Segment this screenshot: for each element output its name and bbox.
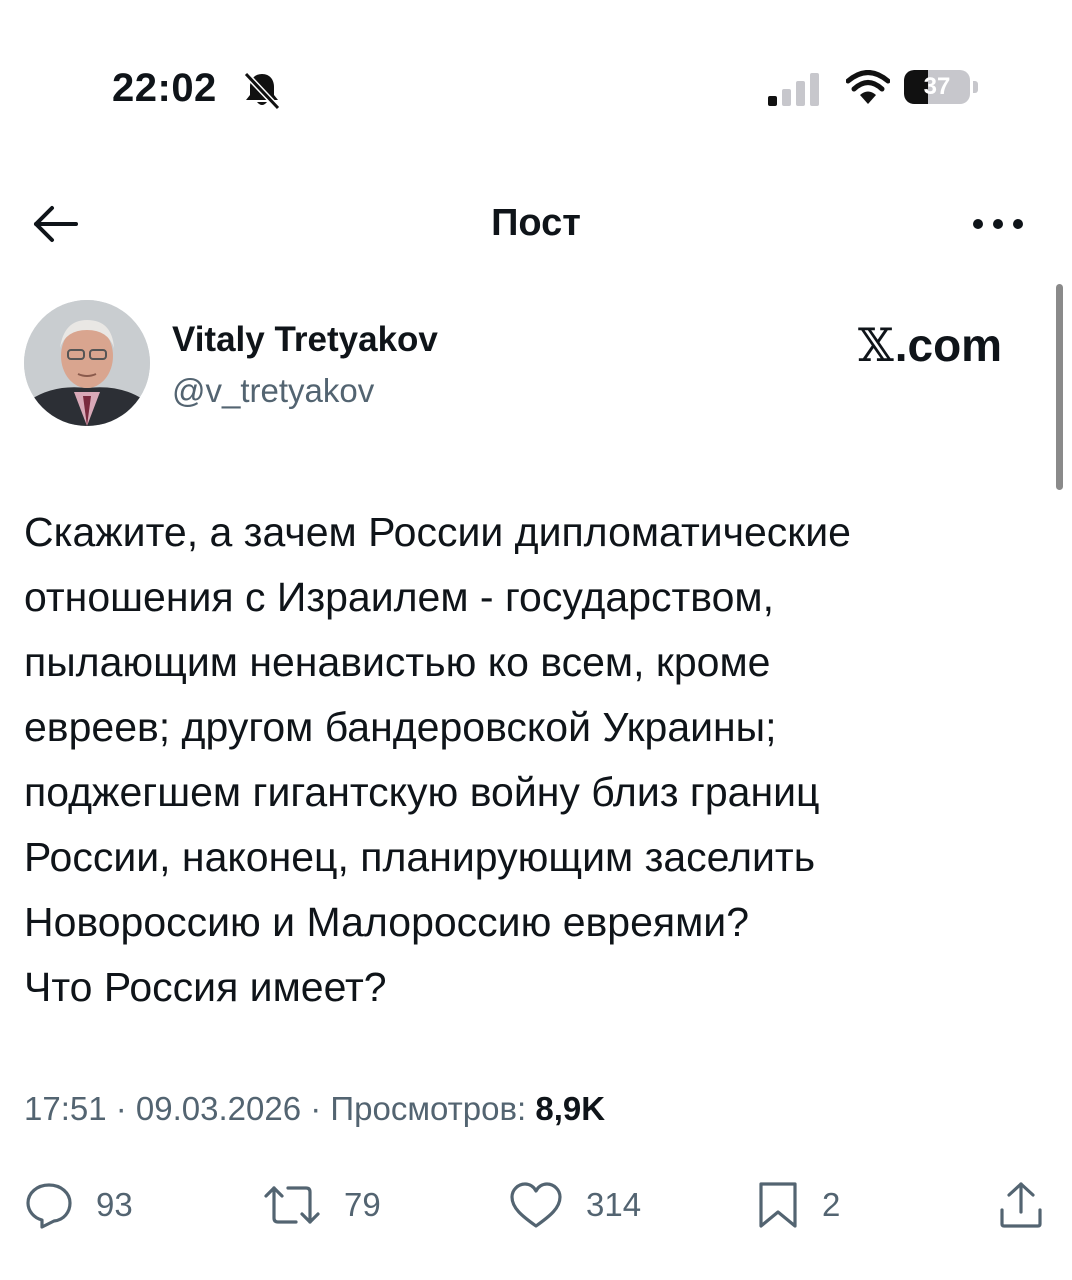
reply-button[interactable]: 93 [24,1180,133,1230]
post-text-line: отношения с Израилем - государством, [24,574,774,620]
like-button[interactable]: 314 [508,1180,641,1230]
post-text: Скажите, а зачем России дипломатические … [24,500,1044,1020]
page-title: Пост [491,202,581,244]
post-text-line: пылающим ненавистью ко всем, кроме [24,639,771,685]
battery-icon: 37 [904,70,984,106]
repost-count: 79 [344,1186,381,1223]
repost-button[interactable]: 79 [262,1180,381,1230]
bookmark-icon [759,1182,797,1228]
cellular-signal-icon [768,73,819,106]
x-logo-icon: 𝕏 [858,318,894,372]
wifi-icon [846,70,890,104]
author-handle[interactable]: @v_tretyakov [172,372,374,410]
like-count: 314 [586,1186,642,1223]
views-label: Просмотров: [330,1090,536,1127]
share-button[interactable] [996,1180,1046,1230]
battery-percent: 37 [923,73,951,100]
post-text-line: поджегшем гигантскую войну близ границ [24,769,820,815]
post-text-line: России, наконец, планирующим заселить [24,834,816,880]
status-time: 22:02 [112,66,217,110]
avatar[interactable] [24,300,150,426]
like-icon [510,1182,562,1228]
bookmark-count: 2 [822,1186,841,1223]
post-text-line: Скажите, а зачем России дипломатические [24,509,851,555]
bookmark-button[interactable]: 2 [756,1180,840,1230]
meta-separator: · [301,1090,331,1127]
bell-slash-icon [243,71,281,110]
post-text-line: евреев; другом бандеровской Украины; [24,704,777,750]
post-text-line: Что Россия имеет? [24,964,387,1010]
meta-separator: · [106,1090,136,1127]
post-date[interactable]: 09.03.2026 [136,1090,301,1127]
views-count[interactable]: 8,9K [535,1090,605,1127]
share-icon [1000,1182,1042,1228]
avatar-image [24,300,150,426]
repost-icon [264,1186,320,1224]
more-horizontal-icon[interactable] [968,206,1028,242]
post-text-line: Новороссию и Малороссию евреями? [24,899,750,945]
reply-count: 93 [96,1186,133,1223]
scrollbar[interactable] [1056,284,1063,490]
post-time[interactable]: 17:51 [24,1090,107,1127]
brand-domain: .com [894,319,1003,371]
reply-icon [26,1183,72,1229]
author-name[interactable]: Vitaly Tretyakov [172,320,438,360]
post-meta: 17:51 · 09.03.2026 · Просмотров: 8,9K [24,1090,605,1128]
x-com-logo: 𝕏.com [858,318,1002,372]
